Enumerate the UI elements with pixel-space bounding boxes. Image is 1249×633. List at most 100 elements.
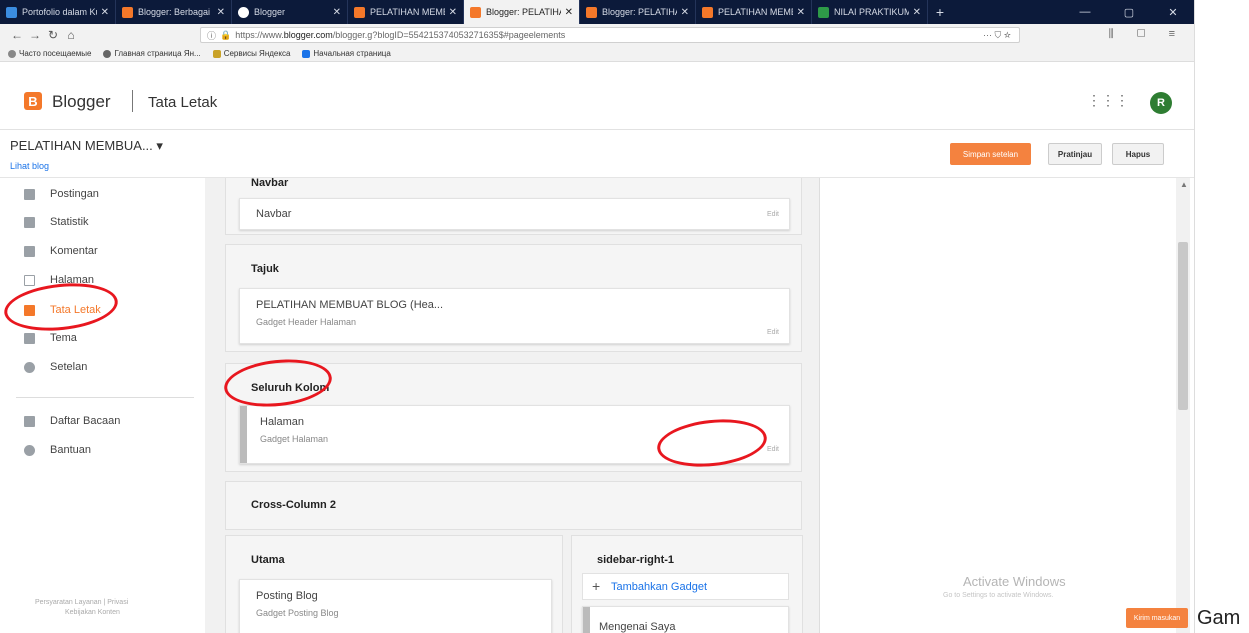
forward-icon[interactable]: → (26, 28, 44, 42)
browser-tab-active[interactable]: Blogger: PELATIHA ✕ (464, 0, 580, 24)
view-blog-link[interactable]: Lihat blog (10, 161, 49, 171)
gadget-name: Halaman (260, 416, 305, 428)
activate-windows-watermark: Activate Windows (963, 574, 1066, 589)
scroll-up-icon[interactable]: ▲ (1180, 180, 1188, 189)
comment-icon (24, 245, 35, 257)
bookmark-icon (24, 415, 35, 427)
reload-icon[interactable]: ↻ (44, 28, 62, 42)
about-me-gadget[interactable]: Mengenai Saya (582, 606, 789, 633)
sidebar-item-theme[interactable]: Tema (24, 328, 77, 348)
right-sidebar-section: sidebar-right-1 + Tambahkan Gadget Menge… (571, 535, 803, 633)
gadget-type: Gadget Halaman (260, 434, 329, 444)
gear-icon (8, 49, 16, 58)
browser-tab[interactable]: PELATIHAN MEMBU✕ (696, 0, 812, 24)
right-blank-panel (820, 178, 1194, 633)
sidebar-item-reading-list[interactable]: Daftar Bacaan (24, 411, 120, 431)
content-policy-link[interactable]: Kebijakan Konten (35, 608, 128, 618)
new-tab-icon[interactable]: + (928, 0, 952, 24)
terms-link[interactable]: Persyaratan Layanan | Privasi (35, 598, 128, 608)
cross-column-section: Cross-Column 2 (225, 481, 802, 530)
app-name[interactable]: Blogger (52, 92, 111, 112)
browser-tab[interactable]: Blogger: Berbagai I ✕ (116, 0, 232, 24)
caption-text: Gam (1197, 607, 1241, 629)
blogger-favicon-icon (470, 6, 481, 18)
bookmark-item[interactable]: Главная страница Ян... (103, 49, 201, 58)
tab-favicon-icon (6, 6, 17, 18)
close-window-icon[interactable]: ✕ (1151, 0, 1194, 24)
gadget-name: PELATIHAN MEMBUAT BLOG (Hea... (256, 299, 444, 311)
scrollbar-thumb[interactable] (1178, 242, 1188, 410)
maximize-icon[interactable]: ▢ (1107, 0, 1151, 24)
page-icon (24, 274, 35, 286)
drag-handle[interactable] (240, 406, 247, 463)
help-icon (24, 444, 35, 456)
save-arrangement-button[interactable]: Simpan setelan (950, 143, 1031, 165)
minimize-icon[interactable]: — (1063, 0, 1107, 24)
layout-editor: Navbar Navbar Edit Tajuk PELATIHAN MEMBU… (205, 178, 820, 633)
sidebar-divider (16, 397, 194, 398)
send-feedback-button[interactable]: Kirim masukan (1126, 608, 1188, 628)
close-icon[interactable]: ✕ (449, 7, 457, 18)
bookmark-item[interactable]: Сервисы Яндекса (212, 49, 290, 58)
edit-link[interactable]: Edit (767, 446, 779, 453)
url-domain: blogger.com (283, 30, 333, 40)
blog-selector[interactable]: PELATIHAN MEMBUA... ▾ (10, 138, 163, 154)
toolbar-right-icons[interactable]: ⫼ ▢ ≡ (1109, 28, 1185, 41)
page-actions-icons[interactable]: ··· ⛉ ☆ (983, 30, 1019, 41)
close-icon[interactable]: ✕ (565, 7, 573, 18)
globe-icon (103, 49, 112, 58)
bookmark-item[interactable]: Часто посещаемые (8, 49, 91, 58)
browser-tab[interactable]: Blogger: PELATIHA ✕ (580, 0, 696, 24)
browser-tab-bar: Portofolio dalam Ku ✕ Blogger: Berbagai I… (0, 0, 1194, 24)
main-column-section: Utama Posting Blog Gadget Posting Blog (225, 535, 563, 633)
browser-tab[interactable]: PELATIHAN MEMBU✕ (348, 0, 464, 24)
window-controls: — ▢ ✕ (1063, 0, 1194, 24)
browser-tab[interactable]: Blogger ✕ (232, 0, 348, 24)
sidebar-item-posts[interactable]: Postingan (24, 184, 99, 204)
folder-icon (212, 49, 221, 58)
header-gadget[interactable]: PELATIHAN MEMBUAT BLOG (Hea... Gadget He… (239, 288, 790, 344)
close-icon[interactable]: ✕ (217, 7, 225, 18)
url-prefix: https://www. (235, 30, 284, 40)
info-icon[interactable]: ⓘ (207, 29, 216, 42)
sidebar-item-help[interactable]: Bantuan (24, 440, 91, 460)
apps-grid-icon[interactable]: ⋮⋮⋮ (1087, 92, 1129, 109)
navbar-gadget[interactable]: Navbar Edit (239, 198, 790, 230)
bookmark-item[interactable]: Начальная страница (302, 49, 391, 58)
home-icon[interactable]: ⌂ (62, 28, 80, 42)
browser-tab[interactable]: NILAI PRAKTIKUM ✕ (812, 0, 928, 24)
gadget-type: Gadget Header Halaman (256, 317, 357, 327)
gadget-name: Navbar (256, 208, 292, 220)
blogger-logo-icon[interactable]: B (24, 92, 42, 110)
sidebar-item-settings[interactable]: Setelan (24, 357, 87, 377)
header-section: Tajuk PELATIHAN MEMBUAT BLOG (Hea... Gad… (225, 244, 802, 352)
section-title: Navbar (251, 178, 289, 189)
blogger-sidebar: Postingan Statistik Komentar Halaman Tat… (0, 178, 205, 633)
add-gadget-button[interactable]: + Tambahkan Gadget (582, 573, 789, 600)
address-bar[interactable]: ⓘ 🔒 https://www. blogger.com/blogger.g?bl… (200, 27, 1020, 43)
close-icon[interactable]: ✕ (101, 7, 109, 18)
edit-link[interactable]: Edit (767, 329, 779, 336)
gadget-name: Mengenai Saya (599, 621, 676, 633)
browser-nav-bar: ← → ↻ ⌂ ⓘ 🔒 https://www. blogger.com/blog… (0, 24, 1194, 46)
close-icon[interactable]: ✕ (333, 7, 341, 18)
gear-icon (24, 361, 35, 373)
browser-screenshot: Portofolio dalam Ku ✕ Blogger: Berbagai I… (0, 0, 1195, 633)
avatar[interactable]: R (1150, 92, 1172, 114)
back-icon[interactable]: ← (8, 28, 26, 42)
close-icon[interactable]: ✕ (681, 7, 689, 18)
spreadsheet-favicon-icon (818, 6, 829, 18)
drag-handle[interactable] (583, 607, 590, 633)
sidebar-item-comments[interactable]: Komentar (24, 241, 98, 261)
sidebar-item-stats[interactable]: Statistik (24, 212, 89, 232)
close-icon[interactable]: ✕ (797, 7, 805, 18)
bar-chart-icon (24, 216, 35, 228)
edit-link[interactable]: Edit (767, 211, 779, 218)
yandex-icon (302, 49, 311, 58)
browser-tab[interactable]: Portofolio dalam Ku ✕ (0, 0, 116, 24)
blog-posts-gadget[interactable]: Posting Blog Gadget Posting Blog (239, 579, 552, 633)
preview-button[interactable]: Pratinjau (1048, 143, 1102, 165)
section-title: Cross-Column 2 (251, 499, 336, 511)
delete-button[interactable]: Hapus (1112, 143, 1164, 165)
close-icon[interactable]: ✕ (913, 7, 921, 18)
